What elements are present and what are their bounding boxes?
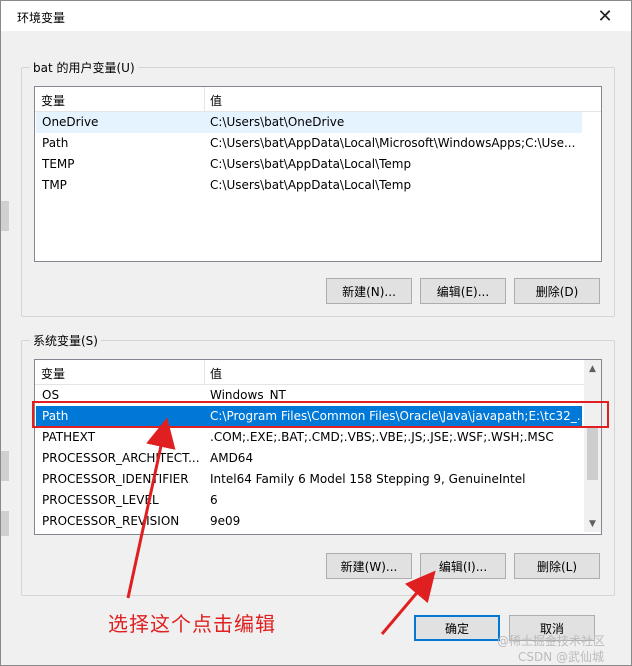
annotation-arrows <box>126 417 436 635</box>
annotation-text: 选择这个点击编辑 <box>108 612 276 636</box>
watermark-line1: @稀土掘金技术社区 <box>497 634 606 648</box>
arrow-to-path-row <box>126 417 176 599</box>
arrow-to-edit-button <box>380 570 436 635</box>
watermark-line2: CSDN @武仙城 <box>518 650 605 664</box>
